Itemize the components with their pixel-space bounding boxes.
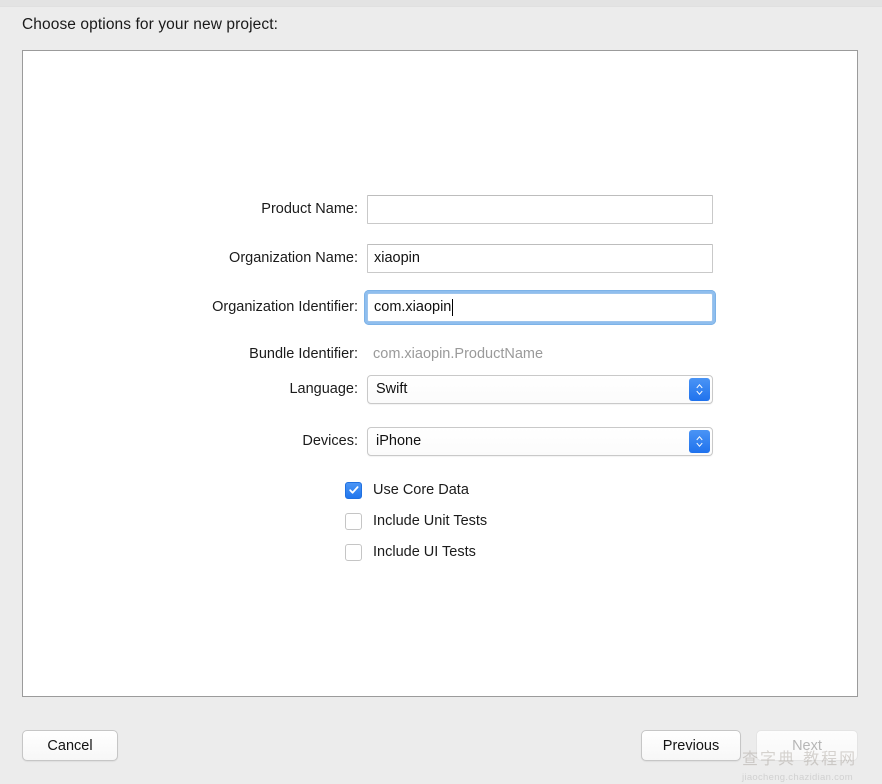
bundle-identifier-value: com.xiaopin.ProductName <box>373 346 544 362</box>
form-row-product-name: Product Name: <box>54 194 713 224</box>
form-row-organization-identifier: Organization Identifier: <box>54 289 716 325</box>
window-top-strip <box>0 0 882 7</box>
label-use-core-data: Use Core Data <box>373 482 469 498</box>
devices-selected-value: iPhone <box>376 433 422 449</box>
label-organization-identifier: Organization Identifier: <box>212 299 358 315</box>
label-language: Language: <box>289 381 358 397</box>
language-popup-button[interactable]: Swift <box>367 374 713 404</box>
options-panel: Product Name: Organization Name: Organiz… <box>22 50 858 697</box>
form-row-language: Language: Swift <box>54 374 713 404</box>
new-project-options-window: Choose options for your new project: Pro… <box>0 0 882 784</box>
checkbox-include-unit-tests[interactable] <box>345 512 362 530</box>
checkbox-row-use-core-data[interactable]: Use Core Data <box>345 478 469 502</box>
label-include-ui-tests: Include UI Tests <box>373 544 476 560</box>
chevron-up-down-icon <box>689 429 710 453</box>
organization-name-input[interactable] <box>367 243 713 273</box>
next-button: Next <box>756 730 858 761</box>
checkmark-icon <box>348 486 358 494</box>
checkbox-include-ui-tests[interactable] <box>345 543 362 561</box>
label-include-unit-tests: Include Unit Tests <box>373 513 488 529</box>
text-cursor <box>452 298 454 316</box>
label-devices: Devices: <box>302 433 358 449</box>
cancel-button[interactable]: Cancel <box>22 730 118 761</box>
language-selected-value: Swift <box>376 381 408 397</box>
product-name-field-wrap <box>367 194 713 224</box>
previous-button[interactable]: Previous <box>641 730 741 761</box>
form-row-devices: Devices: iPhone <box>54 426 713 456</box>
checkbox-row-include-ui-tests[interactable]: Include UI Tests <box>345 540 476 564</box>
organization-name-field-wrap <box>367 243 713 273</box>
label-product-name: Product Name: <box>261 201 358 217</box>
project-options-form: Product Name: Organization Name: Organiz… <box>23 51 857 696</box>
organization-identifier-input[interactable] <box>367 292 713 322</box>
organization-identifier-field-wrap <box>364 289 716 325</box>
label-organization-name: Organization Name: <box>229 250 358 266</box>
chevron-up-down-icon <box>689 377 710 401</box>
product-name-input[interactable] <box>367 194 713 224</box>
form-row-bundle-identifier: Bundle Identifier: com.xiaopin.ProductNa… <box>54 339 543 369</box>
label-bundle-identifier: Bundle Identifier: <box>249 346 358 362</box>
watermark-url-text: jiaocheng.chazidian.com <box>742 772 853 783</box>
form-row-organization-name: Organization Name: <box>54 243 713 273</box>
checkbox-use-core-data[interactable] <box>345 481 362 499</box>
devices-popup-button[interactable]: iPhone <box>367 426 713 456</box>
checkbox-row-include-unit-tests[interactable]: Include Unit Tests <box>345 509 487 533</box>
page-title: Choose options for your new project: <box>22 16 279 33</box>
